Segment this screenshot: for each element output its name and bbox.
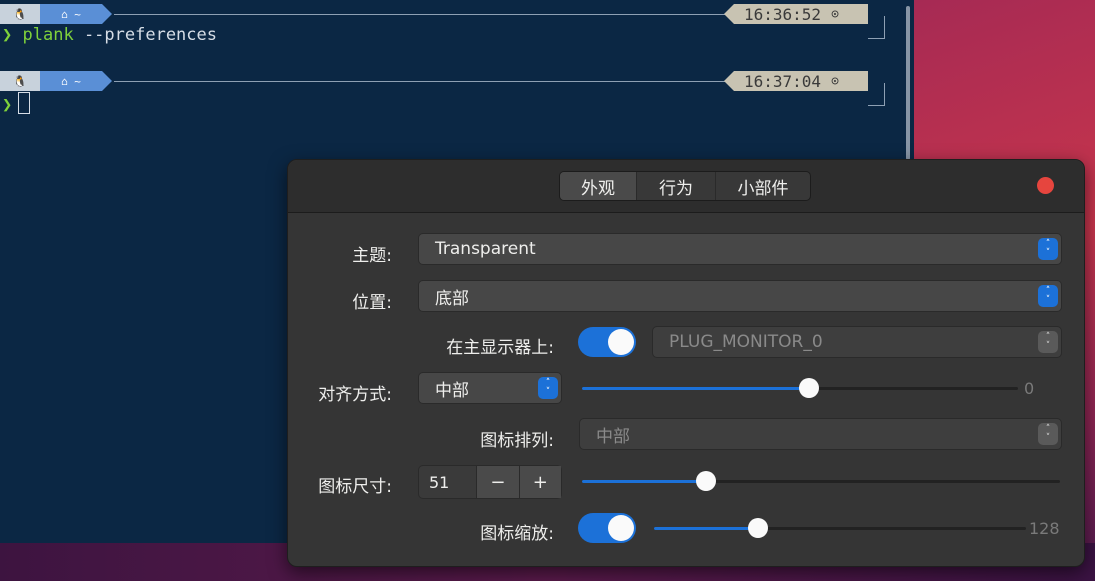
switch-knob [608, 515, 634, 541]
switch-knob [608, 329, 634, 355]
theme-label: 主题: [352, 246, 392, 266]
slider-handle[interactable] [798, 378, 819, 398]
tux-icon: 🐧 [0, 4, 40, 24]
theme-value: Transparent [435, 239, 536, 259]
position-select[interactable]: 底部 ˄ ˅ [418, 280, 1062, 312]
alignment-offset-value: 0 [1024, 379, 1035, 398]
select-arrows-icon: ˄ ˅ [538, 377, 558, 399]
slider-fill [654, 527, 759, 530]
alignment-select[interactable]: 中部 ˄ ˅ [418, 372, 562, 404]
slider-handle[interactable] [748, 518, 769, 538]
tab-switcher: 外观 行为 小部件 [559, 171, 811, 201]
slider-handle[interactable] [696, 471, 717, 491]
text-cursor [18, 92, 31, 114]
monitor-value: PLUG_MONITOR_0 [669, 332, 823, 352]
tab-behavior[interactable]: 行为 [637, 172, 716, 200]
icon-zoom-switch[interactable] [578, 513, 636, 543]
alignment-offset-slider[interactable] [582, 377, 1018, 399]
close-button[interactable] [1037, 177, 1054, 194]
icon-size-stepper[interactable]: 51 − + [418, 465, 562, 499]
segment-arrow [724, 4, 734, 24]
time-segment: 16:37:04 ⊙ [734, 71, 868, 91]
prompt-line: 🐧 ⌂ ~ 16:36:52 ⊙ [0, 2, 890, 39]
time-segment: 16:36:52 ⊙ [734, 4, 868, 24]
slider-fill [582, 387, 809, 390]
clock-icon: ⊙ [831, 73, 839, 89]
prompt-bracket [868, 16, 885, 39]
directory-segment: ⌂ ~ [40, 4, 102, 24]
tab-docklets[interactable]: 小部件 [716, 172, 810, 200]
prompt-chevron-icon: ❯ [2, 95, 13, 115]
alignment-value: 中部 [435, 380, 469, 401]
terminal-scrollbar[interactable] [906, 6, 910, 160]
prompt-line: 🐧 ⌂ ~ 16:37:04 ⊙ [0, 69, 890, 106]
directory-segment: ⌂ ~ [40, 71, 102, 91]
prompt-time: 16:37:04 [744, 71, 822, 91]
clock-icon: ⊙ [831, 6, 839, 22]
decrement-button[interactable]: − [476, 466, 519, 498]
position-value: 底部 [435, 288, 469, 309]
primary-monitor-switch[interactable] [578, 327, 636, 357]
icon-zoom-slider[interactable] [654, 517, 1026, 539]
icon-arrangement-value: 中部 [596, 426, 630, 447]
position-label: 位置: [352, 293, 392, 313]
prompt-bracket [868, 83, 885, 106]
tab-appearance[interactable]: 外观 [560, 172, 637, 200]
command-line[interactable]: ❯ [2, 92, 31, 115]
icon-size-value[interactable]: 51 [419, 466, 476, 498]
icon-zoom-label: 图标缩放: [480, 524, 554, 544]
prompt-time: 16:36:52 [744, 4, 822, 24]
prompt-chevron-icon: ❯ [2, 25, 13, 45]
icon-arrangement-label: 图标排列: [480, 431, 554, 451]
segment-arrow [102, 4, 112, 24]
command-args: --preferences [83, 25, 217, 45]
command-name: plank [22, 25, 74, 45]
prompt-rule [114, 81, 726, 82]
primary-monitor-label: 在主显示器上: [446, 338, 554, 358]
alignment-label: 对齐方式: [318, 385, 392, 405]
select-arrows-icon: ˄ ˅ [1038, 238, 1058, 260]
select-arrows-icon: ˄ ˅ [1038, 423, 1058, 445]
icon-arrangement-select[interactable]: 中部 ˄ ˅ [579, 418, 1062, 450]
select-arrows-icon: ˄ ˅ [1038, 331, 1058, 353]
slider-fill [582, 480, 707, 483]
prompt-rule [114, 14, 726, 15]
increment-button[interactable]: + [518, 466, 561, 498]
icon-zoom-value: 128 [1029, 519, 1060, 538]
tux-icon: 🐧 [0, 71, 40, 91]
icon-size-label: 图标尺寸: [318, 477, 392, 497]
monitor-select[interactable]: PLUG_MONITOR_0 ˄ ˅ [652, 326, 1062, 358]
dialog-headerbar: 外观 行为 小部件 [288, 160, 1084, 213]
preferences-dialog: 外观 行为 小部件 主题: Transparent ˄ ˅ 位置: 底部 ˄ ˅ 在… [287, 159, 1085, 567]
command-line: ❯ plank --preferences [2, 25, 217, 47]
segment-arrow [102, 71, 112, 91]
select-arrows-icon: ˄ ˅ [1038, 285, 1058, 307]
icon-size-slider[interactable] [582, 470, 1060, 492]
segment-arrow [724, 71, 734, 91]
theme-select[interactable]: Transparent ˄ ˅ [418, 233, 1062, 265]
